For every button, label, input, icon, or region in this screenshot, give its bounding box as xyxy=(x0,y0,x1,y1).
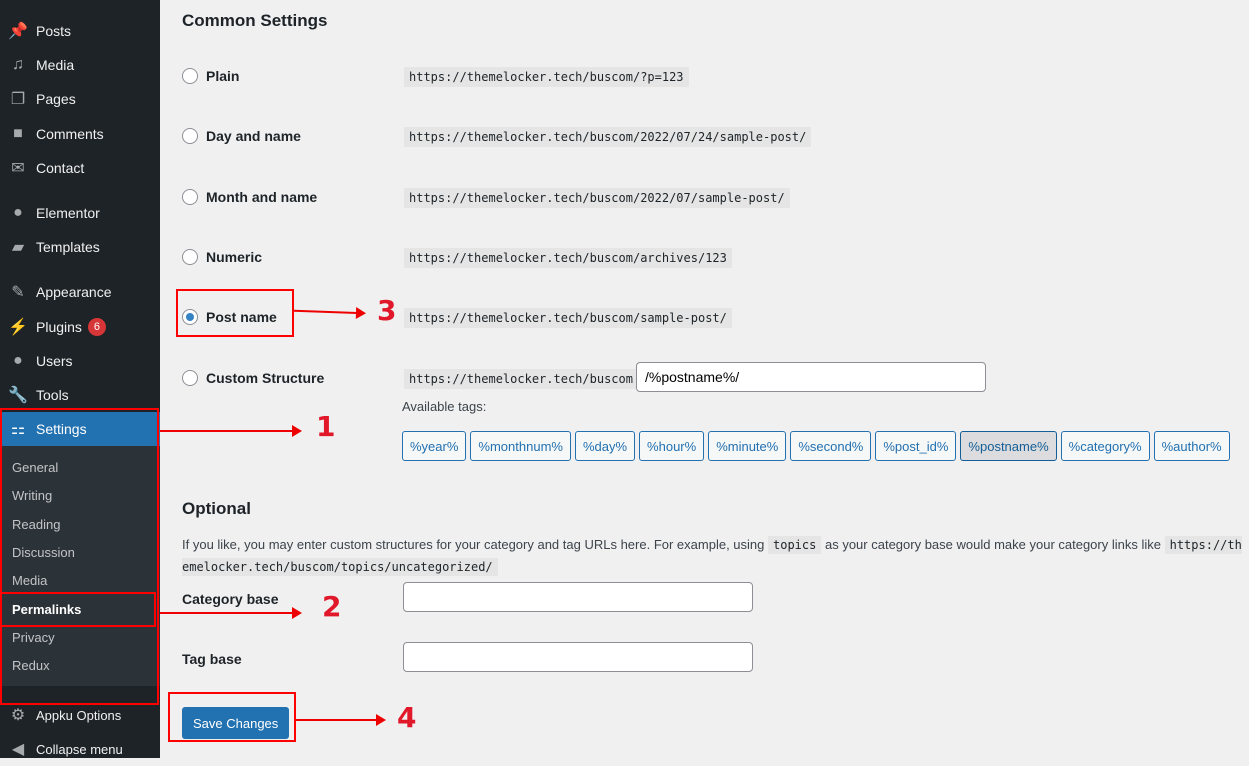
permalink-example-url: https://themelocker.tech/buscom/archives… xyxy=(404,247,732,268)
sidebar-item-pages[interactable]: ❐ Pages xyxy=(0,82,160,116)
sidebar-item-label: Posts xyxy=(36,23,72,39)
radio-button[interactable] xyxy=(182,68,198,84)
permalink-option-numeric[interactable]: Numeric xyxy=(182,248,263,265)
tag-button-second[interactable]: %second% xyxy=(790,431,872,461)
tag-button-minute[interactable]: %minute% xyxy=(708,431,787,461)
permalink-example-url: https://themelocker.tech/buscom/?p=123 xyxy=(404,67,689,87)
annotation-number-3: 3 xyxy=(377,294,397,327)
media-icon: ♫ xyxy=(12,56,24,73)
sidebar-item-users[interactable]: ● Users xyxy=(0,344,160,378)
comment-icon: ■ xyxy=(13,125,23,142)
tag-base-input[interactable] xyxy=(403,642,753,672)
category-base-input[interactable] xyxy=(403,582,753,612)
tag-button-day[interactable]: %day% xyxy=(574,431,636,461)
annotation-arrow-2 xyxy=(160,607,302,619)
sidebar-item-label: Media xyxy=(36,57,75,73)
sidebar-item-label: Collapse menu xyxy=(36,741,123,757)
sidebar-item-comments[interactable]: ■ Comments xyxy=(0,117,160,151)
sidebar-item-posts[interactable]: 📌 Posts xyxy=(0,14,160,48)
category-base-label: Category base xyxy=(182,591,279,607)
pages-icon: ❐ xyxy=(10,91,26,108)
plugins-update-badge: 6 xyxy=(87,318,106,336)
sidebar-item-contact[interactable]: ✉ Contact xyxy=(0,151,160,185)
available-tags: %year% %monthnum% %day% %hour% %minute% %seco… xyxy=(402,431,1242,461)
tag-base-label: Tag base xyxy=(182,651,242,667)
optional-description: If you like, you may enter custom struct… xyxy=(182,536,1242,576)
annotation-arrow-1 xyxy=(160,425,302,437)
permalink-example-url: https://themelocker.tech/buscom/2022/07/… xyxy=(404,187,790,208)
option-label: Plain xyxy=(206,68,240,84)
sidebar-item-label: Pages xyxy=(36,91,76,107)
available-tags-label: Available tags: xyxy=(402,399,487,414)
pin-icon: 📌 xyxy=(8,23,28,40)
annotation-box-save xyxy=(168,692,296,742)
option-label: Custom Structure xyxy=(206,369,325,386)
permalink-option-month-and-name[interactable]: Month and name xyxy=(182,188,318,205)
permalink-option-plain[interactable]: Plain xyxy=(182,68,239,84)
tag-button-post_id[interactable]: %post_id% xyxy=(875,431,957,461)
sidebar-item-label: Plugins xyxy=(36,319,82,335)
sidebar-item-plugins[interactable]: ⚡ Plugins 6 xyxy=(0,310,160,344)
option-label: Day and name xyxy=(206,128,301,145)
sidebar-item-tools[interactable]: 🔧 Tools xyxy=(0,378,160,412)
option-label: Month and name xyxy=(206,188,318,205)
permalink-example-url: https://themelocker.tech/buscom/sample-p… xyxy=(404,308,732,329)
sidebar-item-label: Contact xyxy=(36,160,85,176)
sidebar-item-label: Comments xyxy=(36,126,104,142)
annotation-number-4: 4 xyxy=(397,701,417,734)
sidebar-item-templates[interactable]: ▰ Templates xyxy=(0,230,160,264)
radio-button[interactable] xyxy=(182,188,198,205)
radio-button[interactable] xyxy=(182,248,198,265)
permalink-option-day-and-name[interactable]: Day and name xyxy=(182,128,301,145)
radio-button[interactable] xyxy=(182,369,198,386)
tag-button-postname[interactable]: %postname% xyxy=(960,431,1057,461)
tag-button-year[interactable]: %year% xyxy=(402,431,467,461)
tag-button-author[interactable]: %author% xyxy=(1153,431,1230,461)
sidebar-item-appearance[interactable]: ✎ Appearance xyxy=(0,275,160,309)
wrench-icon: 🔧 xyxy=(8,387,28,404)
radio-button[interactable] xyxy=(182,128,198,145)
user-icon: ● xyxy=(13,352,23,369)
permalink-example-url: https://themelocker.tech/buscom xyxy=(404,368,638,389)
option-label: Numeric xyxy=(206,248,263,265)
permalink-example-url: https://themelocker.tech/buscom/2022/07/… xyxy=(404,127,812,148)
annotation-arrow-4 xyxy=(296,714,386,726)
annotation-number-1: 1 xyxy=(316,410,336,443)
common-settings-heading: Common Settings xyxy=(182,11,328,30)
folder-icon: ▰ xyxy=(11,239,25,256)
annotation-box-settings xyxy=(0,408,159,705)
sidebar-item-label: Appku Options xyxy=(36,707,122,723)
sidebar-item-label: Elementor xyxy=(36,205,100,221)
permalink-option-custom-structure[interactable]: Custom Structure xyxy=(182,369,325,386)
plug-icon: ⚡ xyxy=(8,319,28,336)
tag-button-category[interactable]: %category% xyxy=(1060,431,1150,461)
annotation-box-permalinks xyxy=(0,592,156,627)
annotation-box-post-name xyxy=(176,289,294,337)
tag-button-monthnum[interactable]: %monthnum% xyxy=(470,431,571,461)
brush-icon: ✎ xyxy=(11,284,25,301)
gear-icon: ⚙ xyxy=(10,707,26,724)
annotation-arrow-3 xyxy=(293,309,365,315)
elementor-icon: ● xyxy=(13,204,23,221)
sidebar-item-label: Appearance xyxy=(36,284,112,300)
collapse-icon: ◀ xyxy=(11,741,25,758)
mail-icon: ✉ xyxy=(11,160,25,177)
sidebar-item-label: Users xyxy=(36,353,73,369)
sidebar-item-label: Tools xyxy=(36,387,69,403)
tag-button-hour[interactable]: %hour% xyxy=(639,431,705,461)
sidebar-item-elementor[interactable]: ● Elementor xyxy=(0,196,160,230)
sidebar-item-label: Templates xyxy=(36,239,100,255)
sidebar-item-media[interactable]: ♫ Media xyxy=(0,48,160,82)
custom-structure-input[interactable] xyxy=(636,362,986,392)
optional-heading: Optional xyxy=(182,499,251,518)
sidebar-item-collapse-menu[interactable]: ◀ Collapse menu xyxy=(0,732,160,766)
annotation-number-2: 2 xyxy=(322,590,342,623)
